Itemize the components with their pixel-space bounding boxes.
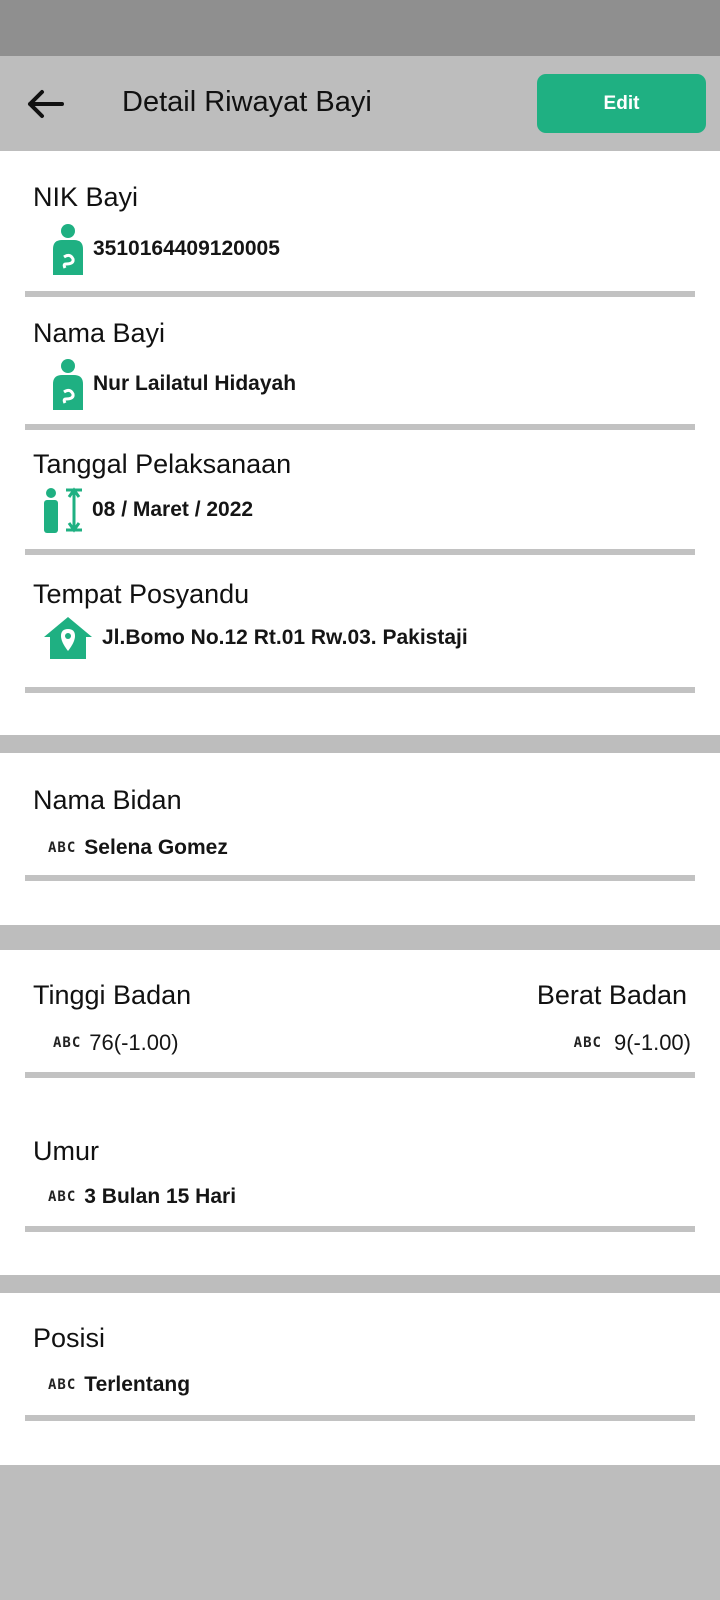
back-arrow-icon[interactable] <box>26 86 66 122</box>
divider <box>25 1415 695 1421</box>
field-tempat-posyandu: Tempat Posyandu Jl.Bomo No.12 Rt.01 Rw.0… <box>0 563 720 693</box>
mother-baby-icon <box>50 223 86 275</box>
divider <box>25 1072 695 1078</box>
section-bidan: Nama Bidan ABC Selena Gomez <box>0 753 720 925</box>
field-label: Nama Bidan <box>33 785 182 815</box>
home-location-icon <box>42 615 94 661</box>
section-posisi: Posisi ABC Terlentang <box>0 1293 720 1465</box>
field-value-tinggi: 76(-1.00) <box>89 1030 179 1055</box>
divider <box>25 1226 695 1232</box>
divider <box>25 424 695 430</box>
field-value: Selena Gomez <box>84 836 228 859</box>
status-bar <box>0 0 720 56</box>
field-value: Terlentang <box>84 1373 191 1396</box>
abc-icon: ABC <box>573 1035 602 1051</box>
section-measurements: Tinggi Badan Berat Badan ABC 76(-1.00) A… <box>0 950 720 1275</box>
field-value: 08 / Maret / 2022 <box>92 498 254 521</box>
divider <box>25 875 695 881</box>
field-value-berat: 9(-1.00) <box>613 1030 691 1055</box>
abc-icon: ABC <box>48 1377 77 1393</box>
mother-baby-icon <box>50 358 86 410</box>
field-nama-bayi: Nama Bayi Nur Lailatul Hidayah <box>0 297 720 430</box>
field-value: 3510164409120005 <box>93 237 280 260</box>
field-tanggal: Tanggal Pelaksanaan 08 / Maret / 2022 <box>0 433 720 561</box>
field-label: Tanggal Pelaksanaan <box>33 449 292 479</box>
field-label: Nama Bayi <box>33 318 166 348</box>
app-bar: Detail Riwayat Bayi Edit <box>0 56 720 151</box>
divider <box>25 549 695 555</box>
field-label-berat: Berat Badan <box>536 980 687 1010</box>
field-label: Tempat Posyandu <box>33 579 250 609</box>
section-baby-info: NIK Bayi 3510164409120005 Nama Bayi Nur … <box>0 151 720 735</box>
field-label: NIK Bayi <box>33 182 139 212</box>
field-label: Posisi <box>33 1323 106 1353</box>
height-measure-icon <box>42 487 86 533</box>
field-label-tinggi: Tinggi Badan <box>33 980 192 1010</box>
field-label-umur: Umur <box>33 1136 99 1166</box>
edit-button[interactable]: Edit <box>537 74 706 133</box>
field-value-umur: 3 Bulan 15 Hari <box>84 1185 237 1208</box>
page-title: Detail Riwayat Bayi <box>122 86 372 118</box>
field-value: Nur Lailatul Hidayah <box>93 372 297 395</box>
divider <box>25 687 695 693</box>
field-nik: NIK Bayi 3510164409120005 <box>0 151 720 301</box>
abc-icon: ABC <box>48 840 77 856</box>
field-value: Jl.Bomo No.12 Rt.01 Rw.03. Pakistaji <box>102 626 468 649</box>
abc-icon: ABC <box>53 1035 82 1051</box>
abc-icon: ABC <box>48 1189 77 1205</box>
